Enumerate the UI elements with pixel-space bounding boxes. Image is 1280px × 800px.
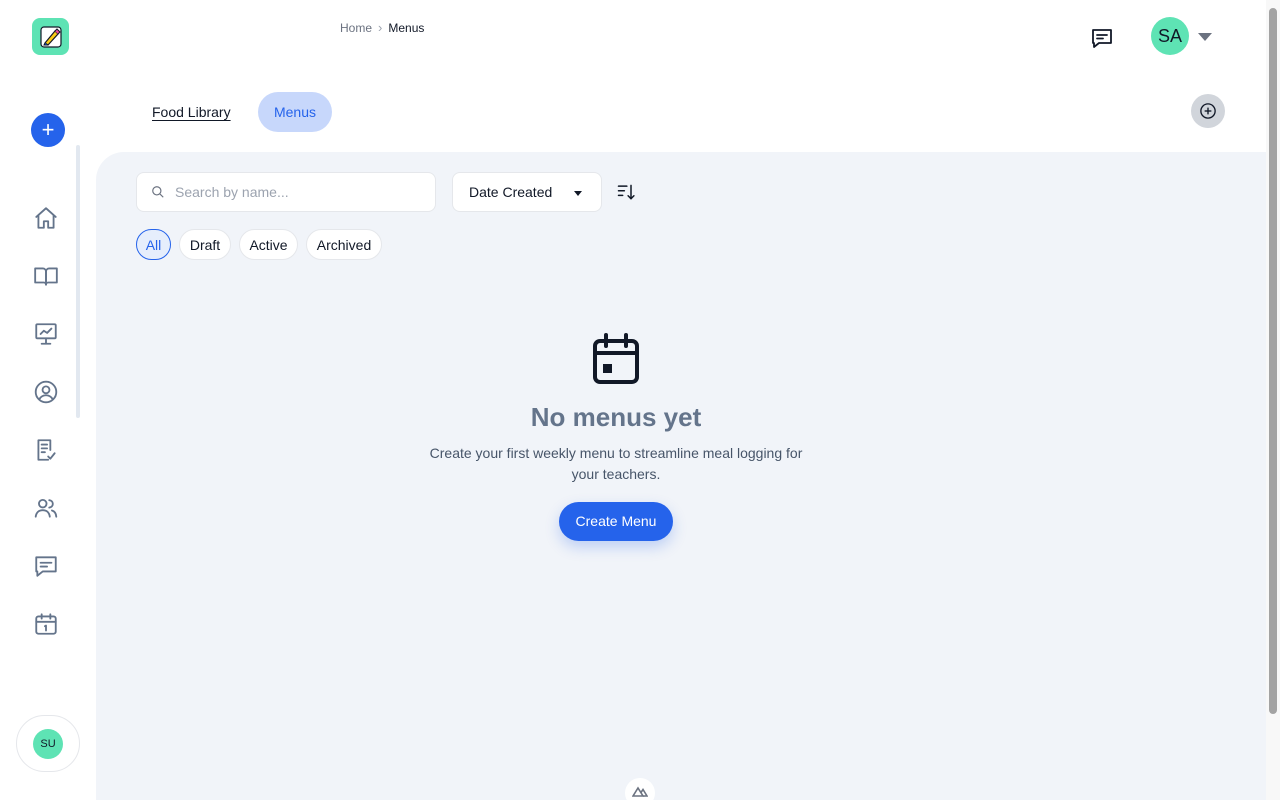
create-new-button[interactable]: + <box>31 113 65 147</box>
user-menu[interactable]: SU <box>16 715 80 772</box>
search-input[interactable] <box>175 184 415 200</box>
content-panel: Date Created All Draft Active Archived N… <box>96 152 1266 800</box>
empty-state-description: Create your first weekly menu to streaml… <box>429 445 803 482</box>
caret-down-icon <box>574 191 582 196</box>
sort-direction-button[interactable] <box>616 182 636 202</box>
tab-food-library[interactable]: Food Library <box>152 92 231 132</box>
sidebar-item-library[interactable] <box>30 260 62 292</box>
calendar-icon <box>35 613 57 635</box>
sidebar-item-home[interactable] <box>30 202 62 234</box>
filter-chip-archived[interactable]: Archived <box>306 229 382 260</box>
clipboard-check-icon <box>37 439 56 461</box>
devtools-toggle[interactable] <box>625 778 655 800</box>
sidebar-item-people[interactable] <box>30 492 62 524</box>
sidebar-item-checklist[interactable] <box>30 434 62 466</box>
sidebar-item-messages[interactable] <box>30 550 62 582</box>
sidebar-item-calendar[interactable] <box>30 608 62 640</box>
plus-icon: + <box>41 117 55 142</box>
breadcrumb-home[interactable]: Home <box>340 21 372 35</box>
users-icon <box>34 498 58 518</box>
empty-state: No menus yet Create your first weekly me… <box>416 332 816 541</box>
add-menu-button[interactable] <box>1191 94 1225 128</box>
sort-select[interactable]: Date Created <box>452 172 602 212</box>
chevron-right-icon: › <box>378 20 383 35</box>
chevron-down-icon[interactable] <box>1198 33 1212 41</box>
home-icon <box>35 207 57 229</box>
tab-menus[interactable]: Menus <box>258 92 332 132</box>
sidebar-item-profile[interactable] <box>30 376 62 408</box>
book-open-icon <box>34 267 58 286</box>
message-icon <box>35 556 57 577</box>
avatar: SU <box>33 728 63 759</box>
app-logo[interactable] <box>32 18 69 55</box>
sort-descending-icon <box>617 184 635 200</box>
nuxt-logo-icon <box>632 786 648 797</box>
filter-chip-all[interactable]: All <box>136 229 171 260</box>
chat-icon <box>1092 29 1112 48</box>
messages-button[interactable] <box>1088 24 1116 52</box>
user-circle-icon <box>34 380 58 404</box>
avatar[interactable]: SA <box>1151 17 1189 55</box>
breadcrumb-current: Menus <box>388 20 425 35</box>
sidebar: + SU <box>0 0 96 800</box>
page-scrollbar[interactable] <box>1266 0 1280 800</box>
page-scrollbar-thumb[interactable] <box>1269 8 1277 714</box>
empty-state-title: No menus yet <box>530 402 702 432</box>
plus-circle-icon <box>1200 103 1216 119</box>
sidebar-item-reports[interactable] <box>30 318 62 350</box>
filter-chip-draft[interactable]: Draft <box>179 229 231 260</box>
pencil-logo-icon <box>39 25 62 48</box>
calendar-icon <box>593 333 639 384</box>
sidebar-scrollbar[interactable] <box>76 145 80 418</box>
filter-chip-active[interactable]: Active <box>239 229 298 260</box>
presentation-chart-icon <box>35 323 57 345</box>
search-icon <box>152 186 164 198</box>
create-menu-button[interactable]: Create Menu <box>558 502 674 541</box>
sort-select-value: Date Created <box>469 184 553 200</box>
breadcrumb: Home › Menus <box>340 20 424 35</box>
search-box[interactable] <box>136 172 436 212</box>
